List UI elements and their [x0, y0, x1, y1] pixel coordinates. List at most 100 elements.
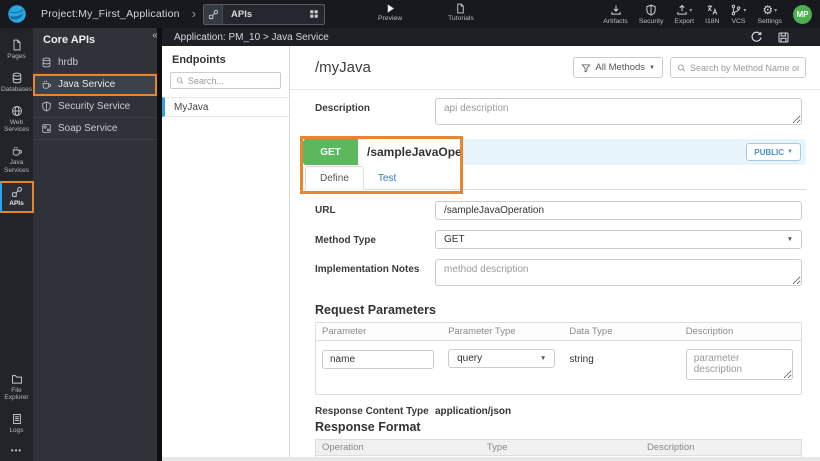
core-apis-item-hrdb[interactable]: hrdb — [33, 52, 157, 74]
sidebar-item-web-services[interactable]: Web Services — [0, 101, 33, 139]
app-logo[interactable] — [0, 4, 33, 24]
language-icon — [707, 5, 718, 15]
col-data-type: Data Type — [569, 326, 613, 337]
http-method-badge[interactable]: GET — [303, 139, 358, 165]
response-format-header: Operation Type Description — [316, 440, 801, 456]
topbar-right-menu: Artifacts Security ▾ Export I18N ▾ VCS ⚙… — [603, 3, 820, 25]
panel-divider[interactable] — [157, 28, 162, 461]
method-type-value: GET — [444, 234, 465, 245]
col-operation: Operation — [322, 442, 364, 453]
save-icon — [778, 32, 789, 42]
more-options-icon[interactable]: ••• — [0, 442, 33, 461]
operation-bar: GET PUBLIC ▼ — [303, 139, 806, 165]
api-node-icon — [204, 4, 223, 24]
endpoints-search[interactable] — [170, 72, 281, 89]
operation-path-input[interactable] — [358, 139, 460, 165]
request-parameters-title: Request Parameters — [315, 303, 436, 317]
method-type-select[interactable]: GET ▼ — [435, 230, 802, 249]
url-row: URL — [315, 200, 802, 220]
artifacts-button[interactable]: Artifacts — [603, 4, 628, 25]
java-services-label: Java Services — [4, 159, 29, 174]
grid-icon[interactable] — [309, 9, 319, 19]
response-format-table: Operation Type Description sampleJavaOpe… — [315, 439, 802, 457]
endpoints-panel: Endpoints MyJava — [162, 46, 290, 457]
bottom-strip — [162, 457, 820, 461]
preview-button[interactable]: Preview — [378, 3, 402, 22]
document-icon — [457, 3, 465, 14]
tab-define[interactable]: Define — [305, 166, 364, 190]
core-apis-item-soap-service[interactable]: Soap Service — [33, 118, 157, 140]
parameter-description-textarea[interactable] — [685, 349, 793, 380]
log-file-icon — [12, 414, 21, 425]
table-row: sampleJavaOperation string No descriptio… — [316, 456, 801, 457]
save-button[interactable] — [777, 31, 790, 44]
implementation-notes-textarea[interactable] — [435, 259, 802, 286]
operation-section: GET PUBLIC ▼ Define Test — [300, 136, 806, 194]
preview-label: Preview — [378, 15, 403, 22]
apis-label: APIs — [9, 199, 24, 207]
visibility-label: PUBLIC — [754, 147, 785, 157]
url-label: URL — [315, 205, 336, 216]
settings-button[interactable]: ⚙ ▾ Settings — [757, 3, 782, 25]
endpoint-item-myjava[interactable]: MyJava — [162, 97, 289, 117]
security-label: Security — [638, 17, 664, 25]
sidebar-item-file-explorer[interactable]: File Explorer — [0, 369, 33, 407]
sidebar-item-logs[interactable]: Logs — [0, 409, 33, 439]
branch-icon — [732, 4, 741, 16]
wavemaker-logo-icon — [7, 5, 26, 23]
core-apis-panel: Core APIs hrdb Java Service Security Ser… — [33, 28, 157, 461]
core-apis-item-security-service[interactable]: Security Service — [33, 96, 157, 118]
collapse-panel-icon[interactable]: « — [149, 30, 161, 41]
endpoints-search-input[interactable] — [187, 75, 275, 86]
method-type-label: Method Type — [315, 235, 376, 246]
description-textarea[interactable] — [435, 98, 802, 125]
sidebar-item-apis[interactable]: APIs — [0, 180, 34, 213]
vcs-button[interactable]: ▾ VCS — [730, 4, 746, 25]
breadcrumb-bar: Application: PM_10 > Java Service — [162, 28, 820, 46]
artifacts-label: Artifacts — [603, 17, 628, 25]
left-icon-sidebar: Pages Databases Web Services Java Servic… — [0, 28, 34, 461]
response-content-type-value: application/json — [435, 406, 512, 417]
core-apis-title: Core APIs — [43, 34, 96, 46]
tab-test[interactable]: Test — [364, 166, 410, 190]
i18n-button[interactable]: I18N — [705, 4, 719, 25]
sidebar-item-databases[interactable]: Databases — [0, 68, 33, 98]
method-search-input[interactable] — [689, 62, 799, 73]
api-form: Description GET PUBLIC ▼ Define Test URL — [290, 90, 820, 457]
play-icon — [387, 4, 394, 13]
security-button[interactable]: Security — [638, 4, 664, 25]
caret-down-icon: ▾ — [743, 7, 747, 14]
method-search[interactable] — [670, 57, 806, 78]
parameter-name-input[interactable] — [322, 350, 435, 369]
parameter-type-select[interactable]: query ▼ — [448, 349, 556, 368]
database-icon — [42, 57, 51, 68]
api-header: /myJava All Methods ▼ — [290, 46, 820, 90]
page-title: /myJava — [315, 59, 371, 76]
response-format-title: Response Format — [315, 420, 421, 434]
parameter-data-type: string — [569, 354, 594, 365]
core-apis-item-java-service[interactable]: Java Service — [33, 74, 157, 96]
soap-icon — [42, 124, 51, 133]
top-bar: Project:My_First_Application › APIs Prev… — [0, 0, 820, 28]
visibility-dropdown-button[interactable]: PUBLIC ▼ — [746, 143, 801, 161]
url-input[interactable] — [435, 201, 802, 220]
i18n-label: I18N — [705, 17, 720, 25]
download-icon — [610, 5, 621, 15]
response-content-type-row: Response Content Type application/json — [315, 406, 802, 417]
filter-icon — [581, 63, 592, 72]
sidebar-item-java-services[interactable]: Java Services — [0, 141, 33, 179]
all-methods-filter-button[interactable]: All Methods ▼ — [573, 57, 663, 78]
caret-down-icon: ▼ — [786, 236, 793, 243]
all-methods-label: All Methods — [595, 62, 646, 73]
user-avatar[interactable]: MP — [793, 4, 812, 24]
tutorials-button[interactable]: Tutorials — [448, 3, 474, 22]
vcs-label: VCS — [731, 17, 746, 25]
tab-apis[interactable]: APIs — [203, 3, 325, 25]
table-row: query ▼ string — [316, 341, 801, 394]
export-button[interactable]: ▾ Export — [674, 4, 694, 25]
sidebar-item-pages[interactable]: Pages — [0, 35, 33, 65]
refresh-button[interactable] — [750, 31, 763, 44]
databases-label: Databases — [0, 85, 33, 93]
operation-tabs: Define Test — [303, 165, 806, 190]
